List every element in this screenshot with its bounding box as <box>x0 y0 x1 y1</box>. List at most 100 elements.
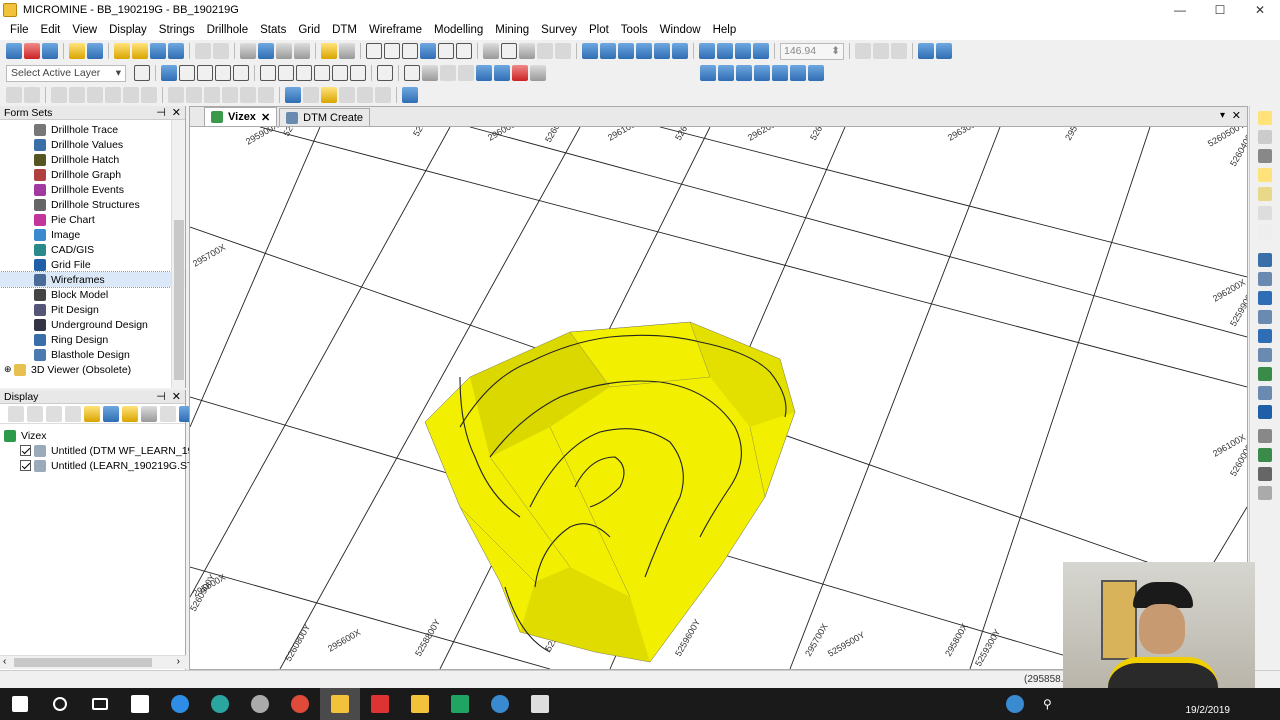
menu-grid[interactable]: Grid <box>292 24 326 36</box>
form-set-item[interactable]: Drillhole Graph <box>0 167 185 182</box>
grid-view-icon[interactable] <box>700 65 716 81</box>
snap-icon[interactable] <box>260 65 276 81</box>
form-set-folder[interactable]: ⊕ 3D Viewer (Obsolete) <box>0 362 185 377</box>
tag-icon[interactable] <box>321 87 337 103</box>
menu-view[interactable]: View <box>66 24 103 36</box>
light-bulb-off-icon[interactable] <box>1258 130 1272 144</box>
zoom-field[interactable]: 146.94 ⬍ <box>780 42 844 60</box>
car-icon[interactable] <box>422 65 438 81</box>
menu-tools[interactable]: Tools <box>615 24 654 36</box>
light-faded-icon[interactable] <box>1258 225 1272 239</box>
form-set-item[interactable]: Image <box>0 227 185 242</box>
light-bulb-dark-icon[interactable] <box>1258 149 1272 163</box>
settings-icon[interactable] <box>936 43 952 59</box>
transform-tool-icon[interactable] <box>1258 386 1272 400</box>
taskbar-app-window[interactable] <box>520 688 560 720</box>
taskbar-acrobat[interactable] <box>360 688 400 720</box>
people-icon[interactable]: ⚲ <box>1043 697 1052 711</box>
target-icon[interactable] <box>501 43 517 59</box>
view-back-icon[interactable] <box>654 43 670 59</box>
bracket-tool-icon[interactable] <box>1258 329 1272 343</box>
layer-checkbox[interactable] <box>20 460 31 471</box>
menu-help[interactable]: Help <box>707 24 743 36</box>
redo-icon[interactable] <box>213 43 229 59</box>
close-tab-icon[interactable]: ✕ <box>261 111 270 124</box>
shade-icon[interactable] <box>530 65 546 81</box>
diamond-3-icon[interactable] <box>735 43 751 59</box>
view-front-icon[interactable] <box>600 43 616 59</box>
open-file-icon[interactable] <box>132 43 148 59</box>
tab-vizex[interactable]: Vizex ✕ <box>204 107 278 126</box>
layer-merge-icon[interactable] <box>790 65 806 81</box>
layer-list-icon[interactable] <box>754 65 770 81</box>
tab-dtm-create[interactable]: DTM Create <box>279 108 371 126</box>
menu-edit[interactable]: Edit <box>35 24 67 36</box>
taskbar-arduino[interactable] <box>200 688 240 720</box>
taskbar-dropbox[interactable] <box>120 688 160 720</box>
active-layer-select[interactable]: Select Active Layer ▾ <box>6 64 126 82</box>
zoom-extent-icon[interactable] <box>519 43 535 59</box>
check-icon[interactable] <box>285 87 301 103</box>
menu-display[interactable]: Display <box>103 24 153 36</box>
layer-up-icon[interactable] <box>736 65 752 81</box>
save-file-icon[interactable] <box>150 43 166 59</box>
ruler-icon[interactable] <box>483 43 499 59</box>
export-icon[interactable] <box>321 43 337 59</box>
edit-layer-icon[interactable] <box>134 65 150 81</box>
form-sets-scrollbar[interactable] <box>171 120 185 388</box>
filter-tool-icon[interactable] <box>1258 486 1272 500</box>
line-icon[interactable] <box>197 65 213 81</box>
view-side-icon[interactable] <box>618 43 634 59</box>
grid-tool-icon[interactable] <box>1258 467 1272 481</box>
close-button[interactable]: ✕ <box>1240 0 1280 20</box>
window-icon[interactable] <box>258 43 274 59</box>
task-view-button[interactable] <box>80 688 120 720</box>
layout-icon[interactable] <box>6 43 22 59</box>
move-node-icon[interactable] <box>296 65 312 81</box>
form-set-item[interactable]: Ring Design <box>0 332 185 347</box>
wireframe-solid[interactable] <box>424 321 796 663</box>
display-tool-5-icon[interactable] <box>84 405 100 422</box>
select-icon[interactable] <box>366 43 382 59</box>
node-icon[interactable] <box>233 65 249 81</box>
digitize-icon[interactable] <box>161 65 177 81</box>
export-tool-icon[interactable] <box>1258 448 1272 462</box>
form-set-item[interactable]: CAD/GIS <box>0 242 185 257</box>
extend-icon[interactable] <box>278 65 294 81</box>
form-set-item[interactable]: Drillhole Structures <box>0 197 185 212</box>
scroll-right-icon[interactable]: › <box>177 656 180 667</box>
arrow-right-icon[interactable] <box>891 43 907 59</box>
layers-icon[interactable] <box>240 43 256 59</box>
color-tool-icon[interactable] <box>1258 405 1272 419</box>
properties-icon[interactable] <box>294 43 310 59</box>
panel-close-icon[interactable]: ✕ <box>172 106 181 119</box>
panel-close-icon[interactable]: ✕ <box>172 390 181 403</box>
menu-plot[interactable]: Plot <box>583 24 615 36</box>
maximize-button[interactable]: ☐ <box>1200 0 1240 20</box>
open-icon[interactable] <box>69 43 85 59</box>
settings-tool-icon[interactable] <box>1258 429 1272 443</box>
bug-icon[interactable] <box>512 65 528 81</box>
tab-list-icon[interactable]: ▾ <box>1220 110 1225 121</box>
layer-stack-icon[interactable] <box>772 65 788 81</box>
polygon-icon[interactable] <box>215 65 231 81</box>
form-set-item[interactable]: Drillhole Hatch <box>0 152 185 167</box>
script-icon[interactable] <box>402 87 418 103</box>
menu-stats[interactable]: Stats <box>254 24 292 36</box>
curve-tool-icon[interactable] <box>1258 348 1272 362</box>
display-tool-8-icon[interactable] <box>141 405 157 422</box>
menu-survey[interactable]: Survey <box>535 24 583 36</box>
taskbar-edge[interactable] <box>160 688 200 720</box>
arrow-left-icon[interactable] <box>873 43 889 59</box>
display-root[interactable]: Vizex <box>4 428 185 443</box>
join-icon[interactable] <box>332 65 348 81</box>
display-tool-7-icon[interactable] <box>122 405 138 422</box>
taskbar-search-app[interactable] <box>480 688 520 720</box>
diamond-4-icon[interactable] <box>753 43 769 59</box>
form-set-item[interactable]: Drillhole Events <box>0 182 185 197</box>
help-tray-icon[interactable] <box>1006 695 1024 713</box>
menu-file[interactable]: File <box>4 24 35 36</box>
taskbar-explorer[interactable] <box>400 688 440 720</box>
scissors-icon[interactable] <box>314 65 330 81</box>
pan-hand-icon[interactable] <box>402 43 418 59</box>
